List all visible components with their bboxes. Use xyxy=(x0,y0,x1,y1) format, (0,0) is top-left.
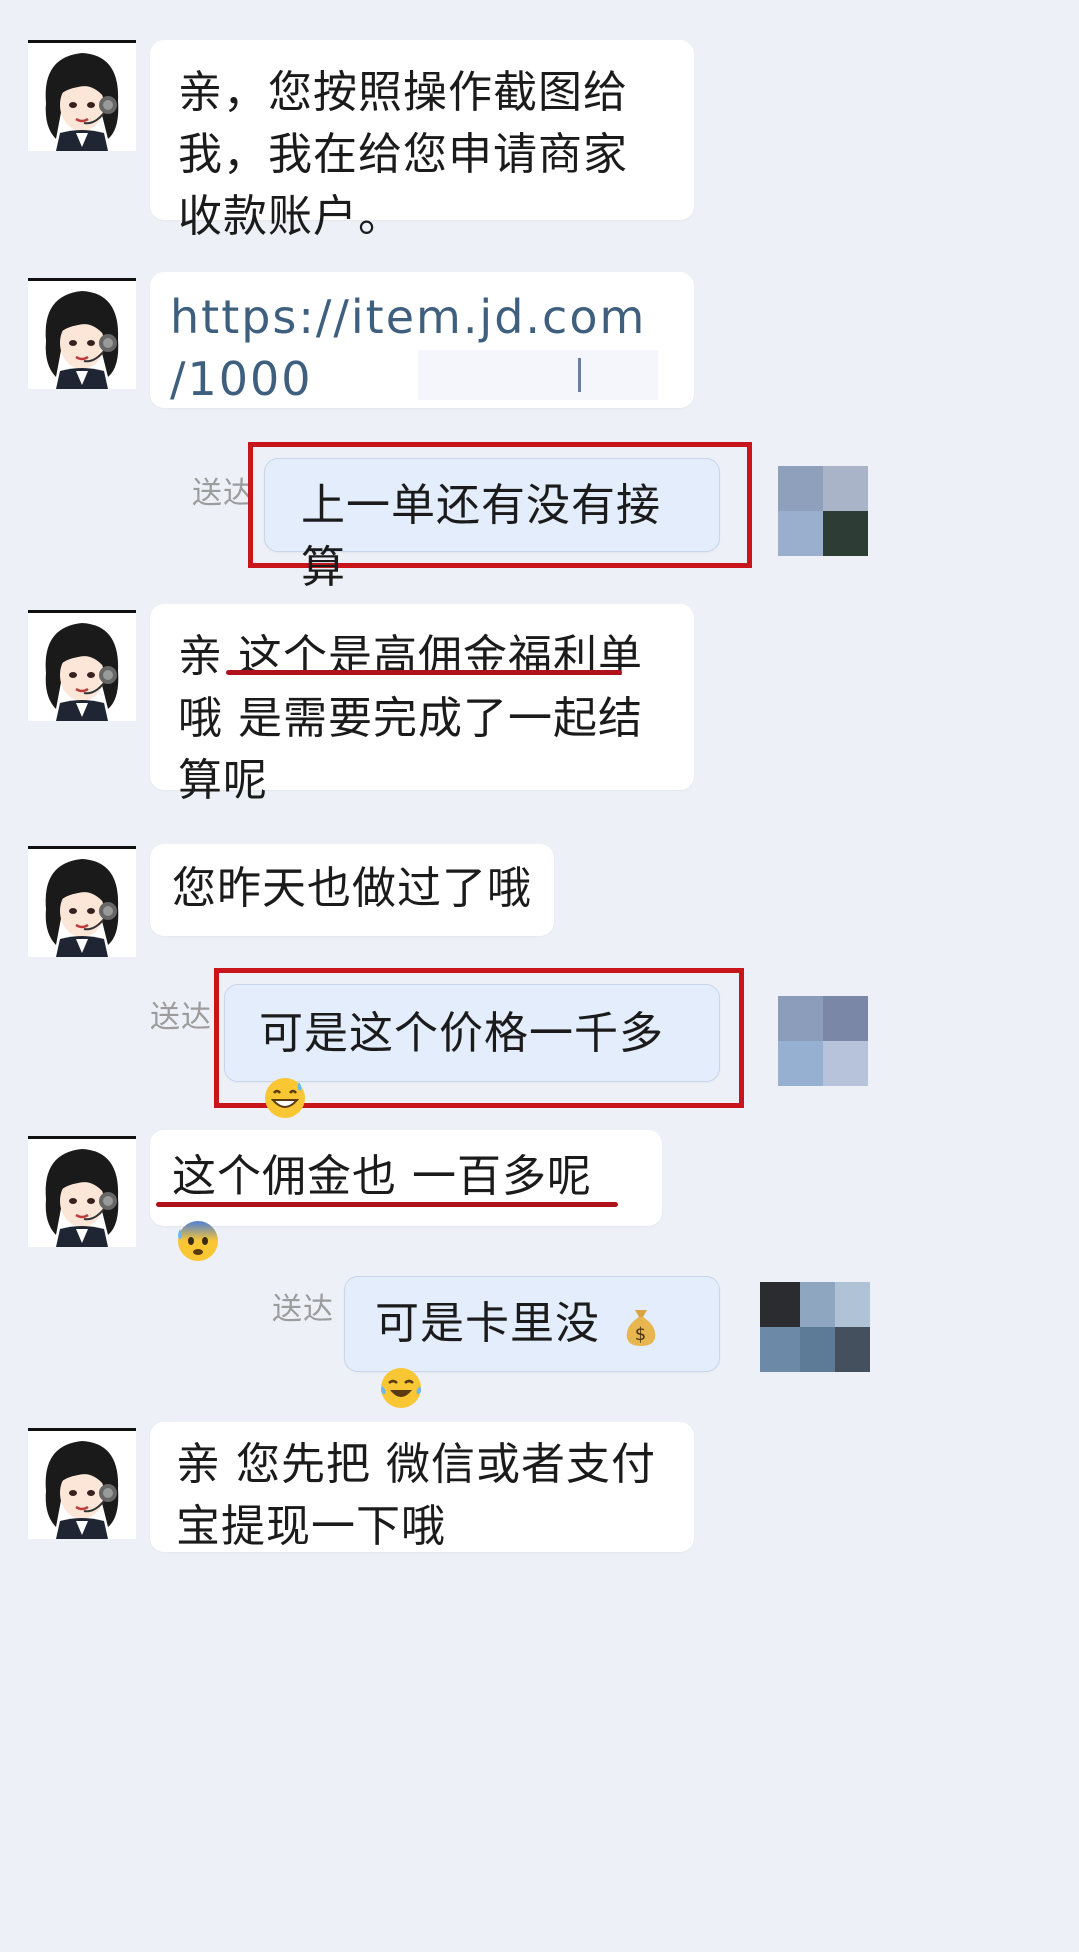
outgoing-message-bubble[interactable]: 可是这个价格一千多 xyxy=(224,984,720,1118)
outgoing-message-bubble[interactable]: 上一单还有没有接算 xyxy=(264,458,720,593)
incoming-message-bubble[interactable]: 这个佣金也 一百多呢 xyxy=(150,1130,662,1261)
agent-avatar[interactable] xyxy=(28,1136,136,1247)
tears-of-joy-icon xyxy=(381,1368,421,1408)
grinning-sweat-icon xyxy=(265,1078,305,1118)
agent-avatar[interactable] xyxy=(28,40,136,151)
text-cursor xyxy=(578,358,581,392)
annotation-underline xyxy=(156,1202,618,1207)
delivered-status: 送达 xyxy=(150,1000,212,1035)
incoming-message-bubble[interactable]: 亲 您先把 微信或者支付宝提现一下哦 xyxy=(150,1422,694,1552)
annotation-underline xyxy=(226,670,622,675)
message-text: 这个佣金也 一百多呢 xyxy=(172,1151,592,1202)
incoming-message-bubble[interactable]: 亲 这个是高佣金福利单哦 是需要完成了一起结算呢 xyxy=(150,604,694,806)
delivered-status: 送达 xyxy=(192,476,254,511)
user-avatar[interactable] xyxy=(778,996,868,1086)
delivered-status: 送达 xyxy=(272,1292,334,1327)
incoming-message-bubble[interactable]: 您昨天也做过了哦 xyxy=(150,844,554,936)
outgoing-message-bubble[interactable]: 可是卡里没 $ xyxy=(344,1276,720,1408)
agent-avatar[interactable] xyxy=(28,610,136,721)
message-text: 可是这个价格一千多 xyxy=(259,1008,664,1059)
message-text: 您昨天也做过了哦 xyxy=(172,863,532,914)
agent-avatar[interactable] xyxy=(28,1428,136,1539)
agent-avatar-icon xyxy=(28,1139,136,1247)
agent-avatar[interactable] xyxy=(28,846,136,957)
incoming-message-bubble[interactable]: 亲，您按照操作截图给我，我在给您申请商家收款账户。 xyxy=(150,40,694,242)
redacted-link-mask xyxy=(418,350,658,400)
message-text-suffix: 哦 是需要完成了一起结算呢 xyxy=(178,693,643,806)
agent-avatar-icon xyxy=(28,849,136,957)
user-avatar[interactable] xyxy=(760,1282,870,1372)
agent-avatar-icon xyxy=(28,281,136,389)
agent-avatar-icon xyxy=(28,613,136,721)
agent-avatar-icon xyxy=(28,43,136,151)
agent-avatar[interactable] xyxy=(28,278,136,389)
link-text-line1[interactable]: https://item.jd.com xyxy=(170,286,674,348)
anxious-sweat-icon xyxy=(178,1221,218,1261)
message-text: 可是卡里没 xyxy=(375,1298,600,1349)
incoming-link-bubble[interactable]: https://item.jd.com /1000 xyxy=(150,272,694,408)
message-text: 上一单还有没有接算 xyxy=(301,480,661,593)
message-text: 亲 您先把 微信或者支付宝提现一下哦 xyxy=(176,1439,656,1552)
user-avatar[interactable] xyxy=(778,466,868,556)
money-bag-icon: $ xyxy=(626,1310,656,1346)
agent-avatar-icon xyxy=(28,1431,136,1539)
svg-text:$: $ xyxy=(635,1324,647,1345)
message-text: 亲，您按照操作截图给我，我在给您申请商家收款账户。 xyxy=(178,67,628,242)
